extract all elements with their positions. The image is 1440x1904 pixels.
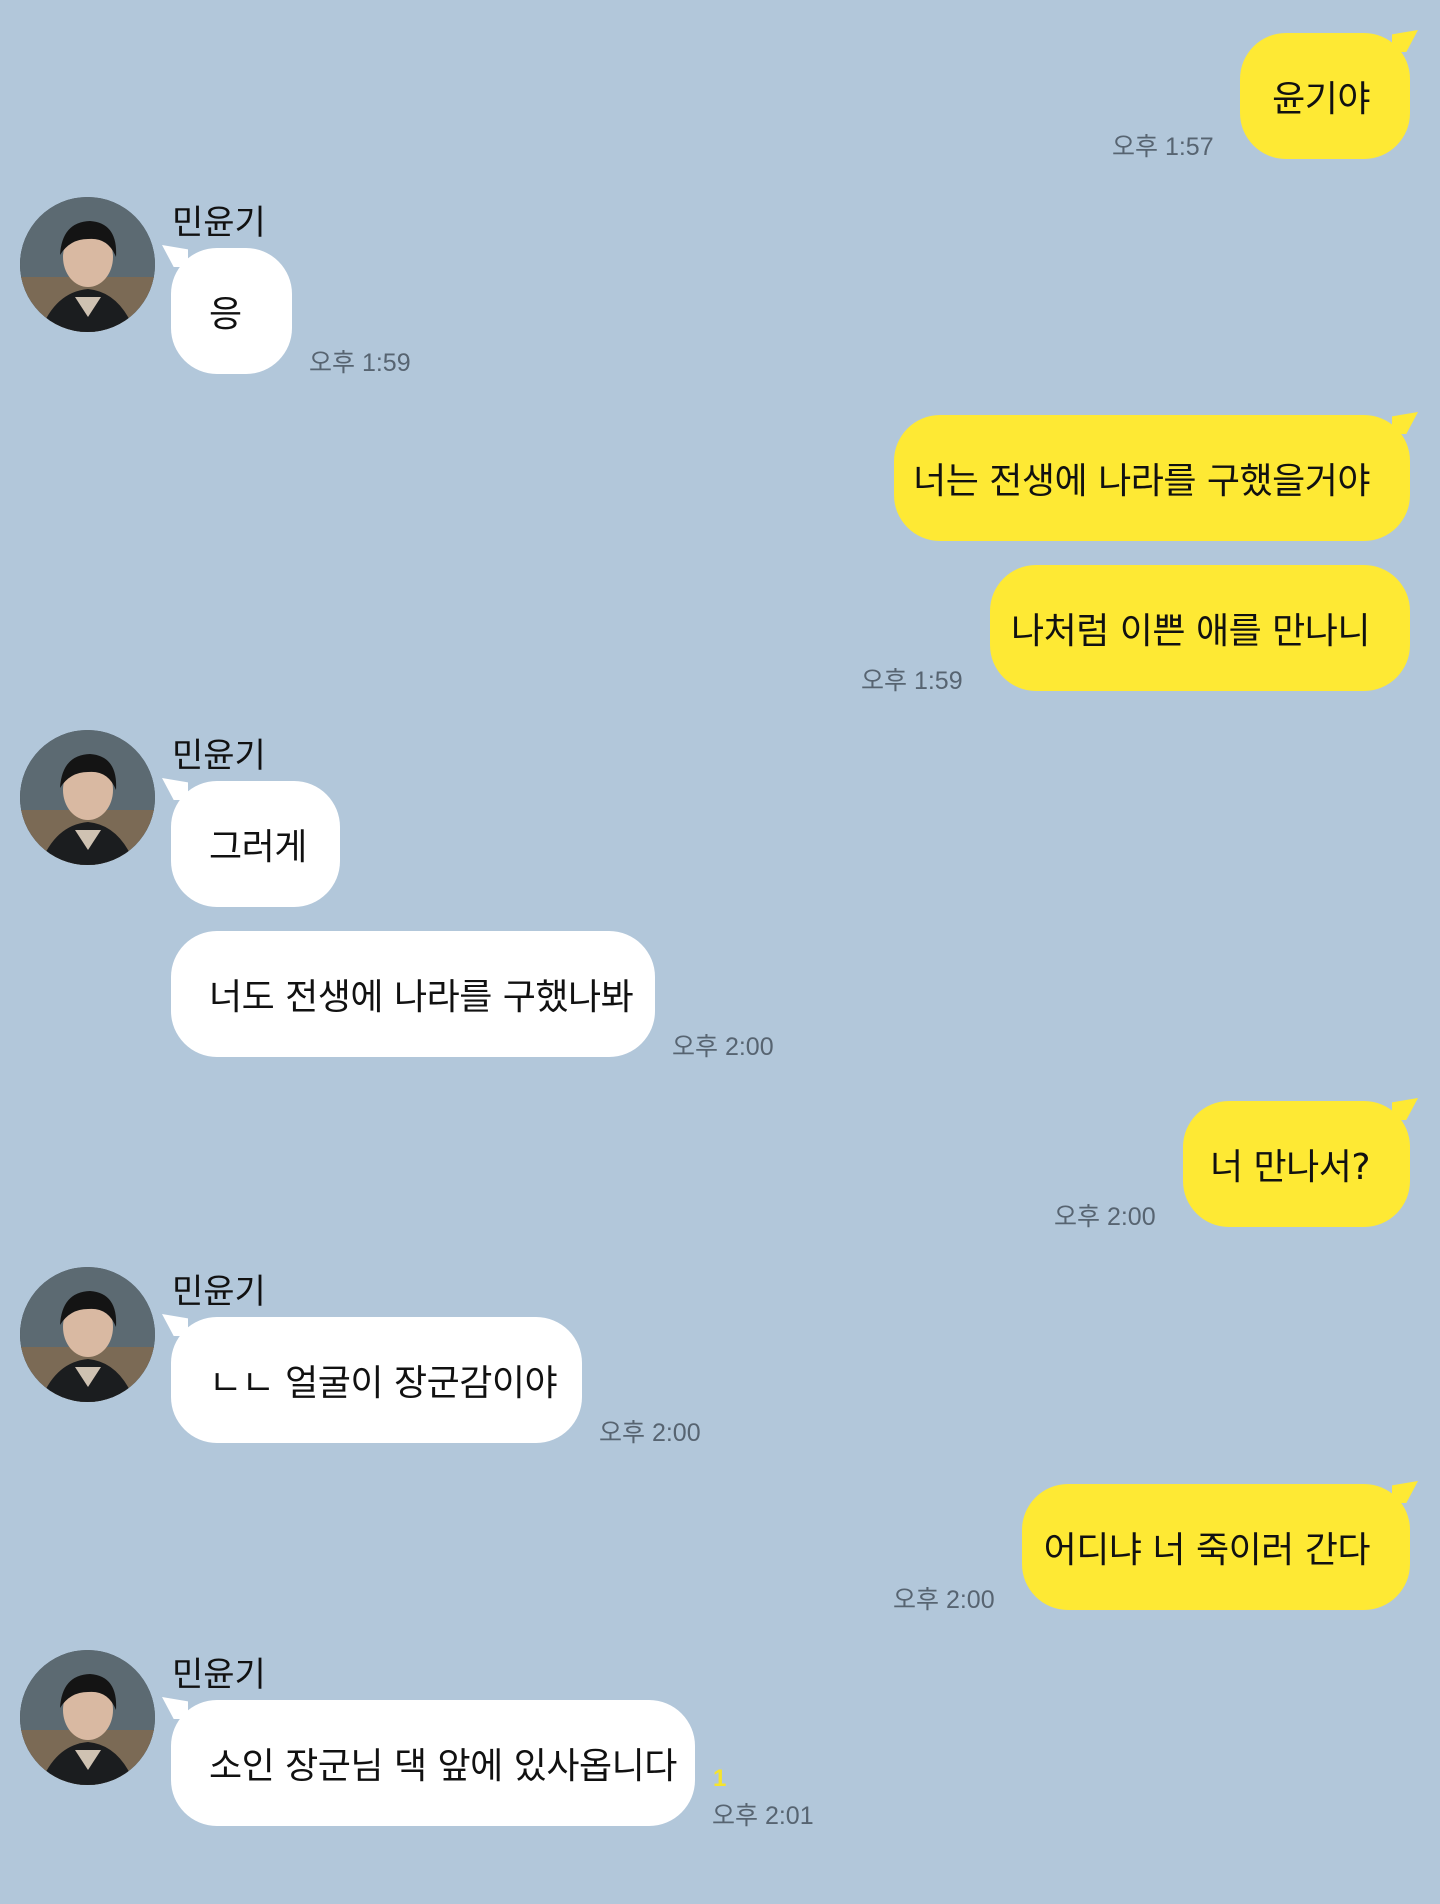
message-text: 소인 장군님 댁 앞에 있사옵니다	[209, 1746, 677, 1787]
friend-message-bubble[interactable]: 너도 전생에 나라를 구했나봐	[171, 931, 655, 1057]
friend-name: 민윤기	[172, 1655, 266, 1695]
message-time: 오후 2:00	[599, 1419, 701, 1447]
bubble-tail	[162, 778, 188, 800]
friend-avatar[interactable]	[20, 197, 155, 332]
friend-avatar[interactable]	[20, 1267, 155, 1402]
friend-name: 민윤기	[172, 203, 266, 243]
bubble-tail	[162, 1697, 188, 1719]
message-time: 오후 2:00	[1054, 1203, 1156, 1231]
bubble-tail	[1392, 1098, 1418, 1120]
friend-message-bubble[interactable]: 응	[162, 245, 292, 374]
message-text: 윤기야	[1272, 79, 1370, 120]
friend-name: 민윤기	[172, 1272, 266, 1312]
message-text: 응	[209, 294, 242, 335]
message-text: 너 만나서?	[1209, 1147, 1371, 1188]
bubble-tail	[162, 245, 188, 267]
message-time: 오후 2:00	[672, 1033, 774, 1061]
message-text: 나처럼 이쁜 애를 만나니	[1010, 611, 1371, 652]
message-text: 어디냐 너 죽이러 간다	[1043, 1530, 1371, 1571]
message-text: ㄴㄴ 얼굴이 장군감이야	[209, 1363, 558, 1404]
friend-message-bubble[interactable]: ㄴㄴ 얼굴이 장군감이야	[162, 1314, 582, 1443]
bubble-tail	[1392, 1481, 1418, 1503]
message-text: 그러게	[209, 827, 307, 868]
profile-photo-icon	[20, 1650, 155, 1785]
friend-message-bubble[interactable]: 소인 장군님 댁 앞에 있사옵니다	[162, 1697, 695, 1826]
message-text: 너는 전생에 나라를 구했을거야	[913, 461, 1370, 502]
friend-avatar[interactable]	[20, 730, 155, 865]
message-time: 오후 1:59	[861, 667, 963, 695]
bubble-tail	[1392, 30, 1418, 52]
bubble-tail	[1392, 412, 1418, 434]
message-time: 오후 1:57	[1112, 133, 1214, 161]
unread-count: 1	[713, 1765, 727, 1792]
my-message-bubble[interactable]: 나처럼 이쁜 애를 만나니	[990, 565, 1410, 691]
friend-name: 민윤기	[172, 736, 266, 776]
message-time: 오후 2:00	[893, 1586, 995, 1614]
my-message-bubble[interactable]: 너 만나서?	[1183, 1098, 1418, 1227]
friend-message-bubble[interactable]: 그러게	[162, 778, 340, 907]
profile-photo-icon	[20, 197, 155, 332]
profile-photo-icon	[20, 730, 155, 865]
bubble-tail	[162, 1314, 188, 1336]
message-text: 너도 전생에 나라를 구했나봐	[209, 977, 634, 1018]
friend-avatar[interactable]	[20, 1650, 155, 1785]
message-time: 오후 2:01	[712, 1802, 814, 1830]
my-message-bubble[interactable]: 어디냐 너 죽이러 간다	[1022, 1481, 1418, 1610]
my-message-bubble[interactable]: 너는 전생에 나라를 구했을거야	[894, 412, 1418, 541]
my-message-bubble[interactable]: 윤기야	[1240, 30, 1418, 159]
message-time: 오후 1:59	[309, 349, 411, 377]
profile-photo-icon	[20, 1267, 155, 1402]
